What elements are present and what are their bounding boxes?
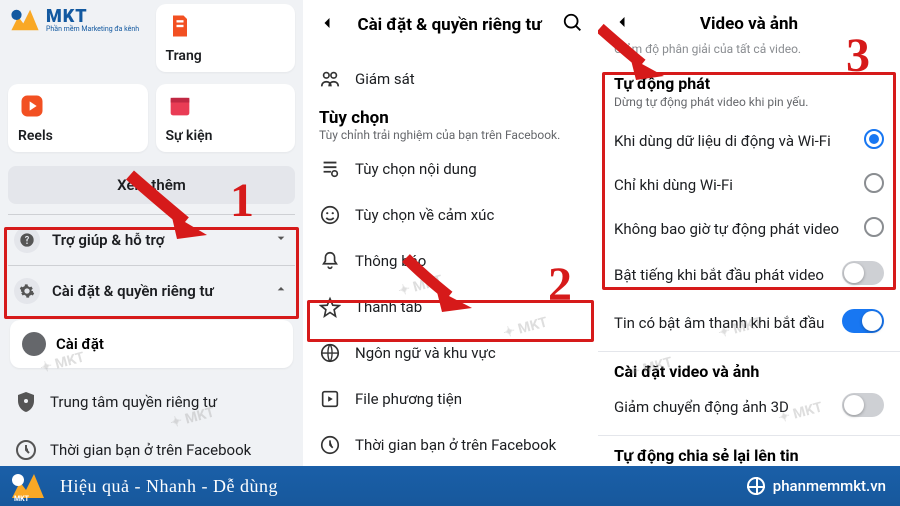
- supervision-row[interactable]: Giám sát: [303, 56, 598, 102]
- brand-tagline: Phần mềm Marketing đa kênh: [46, 26, 139, 33]
- menu-text: Trợ giúp & hỗ trợ: [52, 231, 164, 249]
- row-text: Bật tiếng khi bắt đầu phát video: [614, 266, 824, 284]
- shortcut-pages[interactable]: Trang: [156, 4, 296, 72]
- footer-banner: MKT Hiệu quả - Nhanh - Dễ dùng phanmemmk…: [0, 466, 900, 506]
- menu-text: Cài đặt & quyền riêng tư: [52, 282, 214, 300]
- section-subtitle: Tùy chỉnh trải nghiệm của bạn trên Faceb…: [319, 128, 582, 142]
- reduce-3d-row[interactable]: Giảm chuyển động ảnh 3D: [598, 383, 900, 431]
- row-text: Tùy chọn nội dung: [355, 160, 477, 178]
- settings-label: Cài đặt: [56, 335, 104, 353]
- user-icon: [22, 332, 46, 356]
- time-row[interactable]: Thời gian bạn ở trên Facebook: [303, 422, 598, 466]
- row-text: Trung tâm quyền riêng tư: [50, 393, 217, 411]
- autoplay-wifi-only[interactable]: Chỉ khi dùng Wi-Fi: [598, 163, 900, 207]
- stories-sound[interactable]: Tin có bật âm thanh khi bắt đầu: [598, 299, 900, 347]
- step-number-1: 1: [230, 173, 254, 228]
- reaction-pref-row[interactable]: Tùy chọn về cảm xúc: [303, 192, 598, 238]
- back-icon[interactable]: [317, 13, 337, 37]
- sound-on-start[interactable]: Bật tiếng khi bắt đầu phát video: [598, 251, 900, 299]
- row-text: Không bao giờ tự động phát video: [614, 220, 839, 238]
- question-icon: [14, 227, 40, 253]
- row-text: Thời gian bạn ở trên Facebook: [50, 441, 251, 459]
- privacy-center-row[interactable]: Trung tâm quyền riêng tư: [0, 378, 303, 426]
- shortcut-events[interactable]: Sự kiện: [156, 84, 296, 152]
- toggle-off[interactable]: [842, 393, 884, 417]
- time-on-fb-row[interactable]: Thời gian bạn ở trên Facebook: [0, 426, 303, 466]
- menu-panel: MKTPhần mềm Marketing đa kênh Trang Reel…: [0, 0, 303, 466]
- chevron-up-icon: [273, 281, 289, 301]
- row-text: File phương tiện: [355, 390, 462, 408]
- gear-icon: [14, 278, 40, 304]
- footer-site: phanmemmkt.vn: [773, 477, 886, 495]
- toggle-on[interactable]: [842, 309, 884, 333]
- toggle-off[interactable]: [842, 261, 884, 285]
- step-number-3: 3: [846, 28, 870, 83]
- radio-on[interactable]: [864, 129, 884, 149]
- autoplay-mobile-wifi[interactable]: Khi dùng dữ liệu di động và Wi-Fi: [598, 119, 900, 163]
- row-text: Giảm chuyển động ảnh 3D: [614, 398, 789, 416]
- row-text: Giám sát: [355, 70, 415, 88]
- footer-logo: MKT: [8, 470, 48, 502]
- preferences-section: Tùy chọn Tùy chỉnh trải nghiệm của bạn t…: [303, 102, 598, 146]
- back-icon[interactable]: [612, 12, 632, 36]
- row-text: Khi dùng dữ liệu di động và Wi-Fi: [614, 132, 831, 150]
- footer-slogan: Hiệu quả - Nhanh - Dễ dùng: [60, 476, 278, 497]
- row-text: Chỉ khi dùng Wi-Fi: [614, 176, 733, 194]
- settings-row[interactable]: Cài đặt: [10, 320, 293, 368]
- radio-off[interactable]: [864, 217, 884, 237]
- row-text: Tin có bật âm thanh khi bắt đầu: [614, 314, 824, 332]
- globe-icon: [747, 477, 765, 495]
- row-text: Thanh tab: [355, 298, 422, 316]
- radio-off[interactable]: [864, 173, 884, 193]
- page-title: Cài đặt & quyền riêng tư: [347, 15, 552, 35]
- media-row[interactable]: File phương tiện: [303, 376, 598, 422]
- svg-text:MKT: MKT: [14, 495, 30, 502]
- autoplay-subtitle: Dừng tự động phát video khi pin yếu.: [598, 95, 900, 119]
- brand-text: MKT: [46, 8, 139, 26]
- row-text: Ngôn ngữ và khu vực: [355, 344, 496, 362]
- chevron-down-icon: [273, 230, 289, 250]
- settings-panel: Cài đặt & quyền riêng tư Giám sát Tùy ch…: [303, 0, 598, 466]
- row-text: Thông báo: [355, 252, 426, 270]
- page-title: Video và ảnh: [632, 14, 866, 34]
- search-icon[interactable]: [562, 12, 584, 38]
- section-title: Tùy chọn: [319, 108, 582, 128]
- shortcut-label: Reels: [18, 128, 138, 144]
- content-pref-row[interactable]: Tùy chọn nội dung: [303, 146, 598, 192]
- autoplay-never[interactable]: Không bao giờ tự động phát video: [598, 207, 900, 251]
- shortcut-label: Sự kiện: [166, 128, 286, 144]
- settings-privacy-row[interactable]: Cài đặt & quyền riêng tư: [0, 266, 303, 316]
- help-support-row[interactable]: Trợ giúp & hỗ trợ: [0, 215, 303, 265]
- mkt-logo: MKTPhần mềm Marketing đa kênh: [8, 6, 139, 34]
- row-text: Tùy chọn về cảm xúc: [355, 206, 494, 224]
- video-photo-panel: Video và ảnh Giảm độ phân giải của tất c…: [598, 0, 900, 466]
- row-text: Thời gian bạn ở trên Facebook: [355, 436, 556, 454]
- auto-share-title: Tự động chia sẻ lại lên tin: [598, 440, 900, 466]
- step-number-2: 2: [548, 257, 572, 312]
- shortcut-reels[interactable]: Reels: [8, 84, 148, 152]
- shortcut-label: Trang: [166, 48, 286, 64]
- video-photo-settings-title: Cài đặt video và ảnh: [598, 356, 900, 383]
- language-row[interactable]: Ngôn ngữ và khu vực: [303, 330, 598, 376]
